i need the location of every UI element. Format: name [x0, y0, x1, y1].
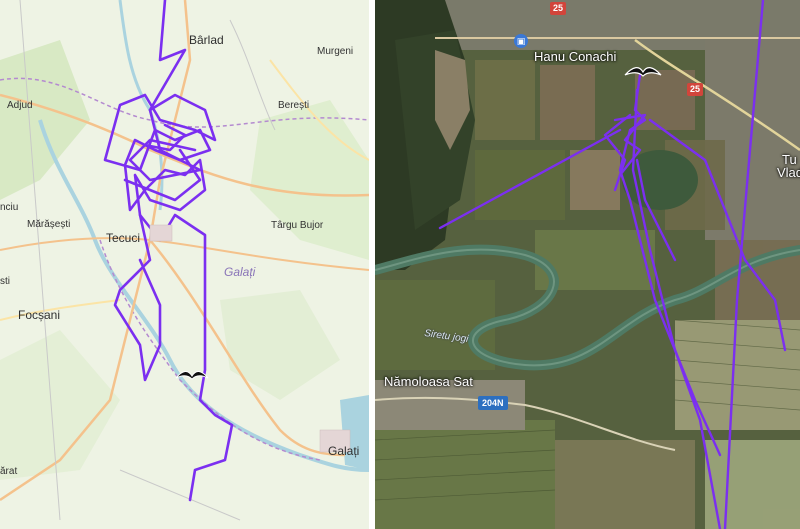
road-shield-25-top: 25 — [550, 2, 567, 15]
town-label-adjud: Adjud — [7, 100, 33, 111]
town-label-sti-edge: sti — [0, 276, 10, 287]
town-label-galati-city: Galați — [328, 444, 360, 458]
town-label-barlad: Bârlad — [189, 33, 224, 47]
right-map-canvas — [375, 0, 800, 529]
town-label-vladim-edge: Vladim — [777, 165, 800, 180]
town-label-rat-edge: ărat — [0, 466, 18, 477]
town-label-targu-bujor: Târgu Bujor — [271, 220, 324, 231]
road-shield-25-mid: 25 — [687, 83, 704, 96]
right-map-panel[interactable]: ▣ Hanu Conachi 25 25 Tu Vladim Siretu jo… — [375, 0, 800, 529]
town-label-murgeni: Murgeni — [317, 46, 354, 57]
town-label-namoloasa-sat: Nămoloasa Sat — [384, 374, 473, 389]
town-label-hanu-conachi: Hanu Conachi — [534, 49, 617, 64]
town-label-marasesti: Mărășești — [27, 219, 71, 230]
town-label-focsani: Focșani — [18, 308, 61, 322]
region-label-galati: Galați — [224, 265, 256, 279]
train-station-icon: ▣ — [514, 34, 528, 48]
town-label-beresti: Berești — [278, 100, 310, 111]
left-map-panel[interactable]: Bârlad Murgeni Adjud Berești nciu Mărășe… — [0, 0, 369, 529]
town-label-tecuci: Tecuci — [106, 231, 141, 245]
left-map-canvas — [0, 0, 369, 529]
road-shield-204n: 204N — [478, 396, 508, 410]
town-label-nciu-edge: nciu — [0, 202, 19, 213]
